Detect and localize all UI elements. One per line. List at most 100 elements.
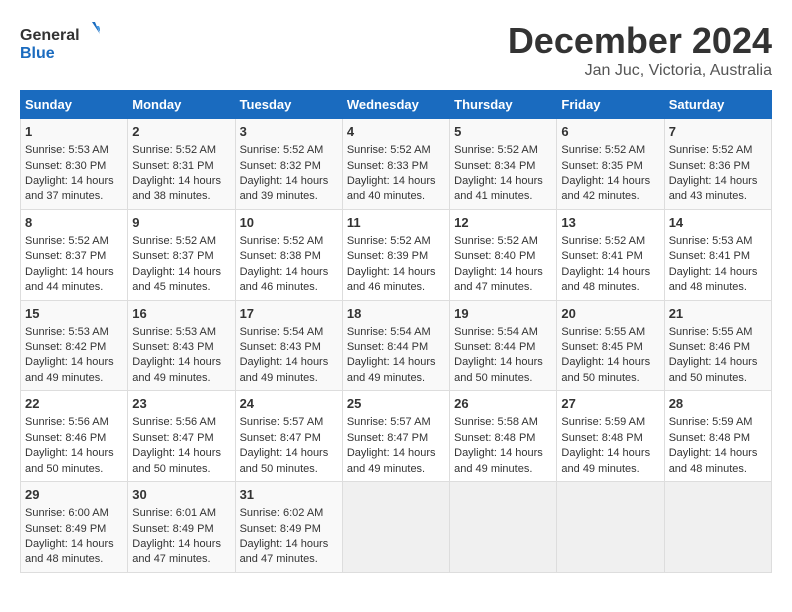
day-number: 29 xyxy=(25,486,123,504)
sunrise-text: Sunrise: 5:52 AM xyxy=(132,235,216,247)
day-number: 25 xyxy=(347,395,445,413)
calendar-cell: 23Sunrise: 5:56 AMSunset: 8:47 PMDayligh… xyxy=(128,391,235,482)
calendar-cell: 10Sunrise: 5:52 AMSunset: 8:38 PMDayligh… xyxy=(235,209,342,300)
calendar-cell: 30Sunrise: 6:01 AMSunset: 8:49 PMDayligh… xyxy=(128,482,235,573)
daylight-text: Daylight: 14 hours xyxy=(240,175,329,187)
daylight-minutes: and 41 minutes. xyxy=(454,190,532,202)
sunrise-text: Sunrise: 5:58 AM xyxy=(454,416,538,428)
calendar-cell: 15Sunrise: 5:53 AMSunset: 8:42 PMDayligh… xyxy=(21,300,128,391)
week-row-1: 1Sunrise: 5:53 AMSunset: 8:30 PMDaylight… xyxy=(21,119,772,210)
daylight-text: Daylight: 14 hours xyxy=(669,447,758,459)
main-title: December 2024 xyxy=(508,20,772,62)
daylight-minutes: and 50 minutes. xyxy=(240,463,318,475)
daylight-minutes: and 48 minutes. xyxy=(561,281,639,293)
calendar-cell: 20Sunrise: 5:55 AMSunset: 8:45 PMDayligh… xyxy=(557,300,664,391)
svg-text:Blue: Blue xyxy=(20,45,55,62)
sunrise-text: Sunrise: 5:52 AM xyxy=(561,235,645,247)
sunset-text: Sunset: 8:49 PM xyxy=(132,523,213,535)
day-number: 7 xyxy=(669,123,767,141)
daylight-minutes: and 47 minutes. xyxy=(240,553,318,565)
daylight-minutes: and 50 minutes. xyxy=(132,463,210,475)
calendar-cell xyxy=(342,482,449,573)
sunset-text: Sunset: 8:32 PM xyxy=(240,160,321,172)
calendar-cell: 5Sunrise: 5:52 AMSunset: 8:34 PMDaylight… xyxy=(450,119,557,210)
sunset-text: Sunset: 8:44 PM xyxy=(347,341,428,353)
sunrise-text: Sunrise: 5:52 AM xyxy=(347,144,431,156)
svg-text:General: General xyxy=(20,27,80,44)
calendar-cell: 17Sunrise: 5:54 AMSunset: 8:43 PMDayligh… xyxy=(235,300,342,391)
calendar-cell: 11Sunrise: 5:52 AMSunset: 8:39 PMDayligh… xyxy=(342,209,449,300)
week-row-2: 8Sunrise: 5:52 AMSunset: 8:37 PMDaylight… xyxy=(21,209,772,300)
daylight-text: Daylight: 14 hours xyxy=(25,175,114,187)
daylight-minutes: and 49 minutes. xyxy=(25,372,103,384)
subtitle: Jan Juc, Victoria, Australia xyxy=(508,62,772,80)
daylight-text: Daylight: 14 hours xyxy=(454,266,543,278)
day-number: 16 xyxy=(132,305,230,323)
title-area: December 2024 Jan Juc, Victoria, Austral… xyxy=(508,20,772,80)
daylight-text: Daylight: 14 hours xyxy=(561,447,650,459)
daylight-minutes: and 49 minutes. xyxy=(454,463,532,475)
calendar-cell: 22Sunrise: 5:56 AMSunset: 8:46 PMDayligh… xyxy=(21,391,128,482)
calendar-cell: 13Sunrise: 5:52 AMSunset: 8:41 PMDayligh… xyxy=(557,209,664,300)
day-number: 19 xyxy=(454,305,552,323)
sunset-text: Sunset: 8:30 PM xyxy=(25,160,106,172)
calendar-cell: 9Sunrise: 5:52 AMSunset: 8:37 PMDaylight… xyxy=(128,209,235,300)
calendar-cell: 1Sunrise: 5:53 AMSunset: 8:30 PMDaylight… xyxy=(21,119,128,210)
daylight-text: Daylight: 14 hours xyxy=(561,356,650,368)
daylight-minutes: and 48 minutes. xyxy=(669,281,747,293)
daylight-text: Daylight: 14 hours xyxy=(132,447,221,459)
daylight-minutes: and 47 minutes. xyxy=(132,553,210,565)
week-row-5: 29Sunrise: 6:00 AMSunset: 8:49 PMDayligh… xyxy=(21,482,772,573)
calendar-cell: 28Sunrise: 5:59 AMSunset: 8:48 PMDayligh… xyxy=(664,391,771,482)
sunrise-text: Sunrise: 5:52 AM xyxy=(25,235,109,247)
sunset-text: Sunset: 8:39 PM xyxy=(347,250,428,262)
calendar-cell: 16Sunrise: 5:53 AMSunset: 8:43 PMDayligh… xyxy=(128,300,235,391)
day-number: 4 xyxy=(347,123,445,141)
sunrise-text: Sunrise: 5:54 AM xyxy=(454,326,538,338)
daylight-text: Daylight: 14 hours xyxy=(669,356,758,368)
sunrise-text: Sunrise: 5:56 AM xyxy=(132,416,216,428)
daylight-text: Daylight: 14 hours xyxy=(25,538,114,550)
logo: General Blue xyxy=(20,20,100,65)
day-number: 28 xyxy=(669,395,767,413)
daylight-minutes: and 49 minutes. xyxy=(240,372,318,384)
day-number: 27 xyxy=(561,395,659,413)
header: General Blue December 2024 Jan Juc, Vict… xyxy=(20,20,772,80)
daylight-text: Daylight: 14 hours xyxy=(454,175,543,187)
sunrise-text: Sunrise: 5:55 AM xyxy=(561,326,645,338)
daylight-text: Daylight: 14 hours xyxy=(347,266,436,278)
daylight-minutes: and 40 minutes. xyxy=(347,190,425,202)
calendar-cell: 31Sunrise: 6:02 AMSunset: 8:49 PMDayligh… xyxy=(235,482,342,573)
calendar-cell xyxy=(664,482,771,573)
day-number: 12 xyxy=(454,214,552,232)
column-header-friday: Friday xyxy=(557,91,664,119)
calendar-cell: 27Sunrise: 5:59 AMSunset: 8:48 PMDayligh… xyxy=(557,391,664,482)
column-header-thursday: Thursday xyxy=(450,91,557,119)
daylight-minutes: and 50 minutes. xyxy=(561,372,639,384)
daylight-text: Daylight: 14 hours xyxy=(25,356,114,368)
daylight-minutes: and 38 minutes. xyxy=(132,190,210,202)
header-row: SundayMondayTuesdayWednesdayThursdayFrid… xyxy=(21,91,772,119)
calendar-cell xyxy=(450,482,557,573)
sunset-text: Sunset: 8:37 PM xyxy=(25,250,106,262)
sunrise-text: Sunrise: 5:53 AM xyxy=(132,326,216,338)
daylight-minutes: and 49 minutes. xyxy=(347,463,425,475)
day-number: 18 xyxy=(347,305,445,323)
sunset-text: Sunset: 8:46 PM xyxy=(669,341,750,353)
day-number: 13 xyxy=(561,214,659,232)
daylight-minutes: and 49 minutes. xyxy=(561,463,639,475)
day-number: 5 xyxy=(454,123,552,141)
sunrise-text: Sunrise: 5:56 AM xyxy=(25,416,109,428)
daylight-text: Daylight: 14 hours xyxy=(25,266,114,278)
calendar-cell: 8Sunrise: 5:52 AMSunset: 8:37 PMDaylight… xyxy=(21,209,128,300)
daylight-text: Daylight: 14 hours xyxy=(240,447,329,459)
day-number: 30 xyxy=(132,486,230,504)
day-number: 10 xyxy=(240,214,338,232)
calendar-cell: 14Sunrise: 5:53 AMSunset: 8:41 PMDayligh… xyxy=(664,209,771,300)
sunset-text: Sunset: 8:48 PM xyxy=(669,432,750,444)
daylight-text: Daylight: 14 hours xyxy=(561,175,650,187)
day-number: 1 xyxy=(25,123,123,141)
calendar-cell: 24Sunrise: 5:57 AMSunset: 8:47 PMDayligh… xyxy=(235,391,342,482)
calendar-cell: 21Sunrise: 5:55 AMSunset: 8:46 PMDayligh… xyxy=(664,300,771,391)
sunrise-text: Sunrise: 5:52 AM xyxy=(669,144,753,156)
